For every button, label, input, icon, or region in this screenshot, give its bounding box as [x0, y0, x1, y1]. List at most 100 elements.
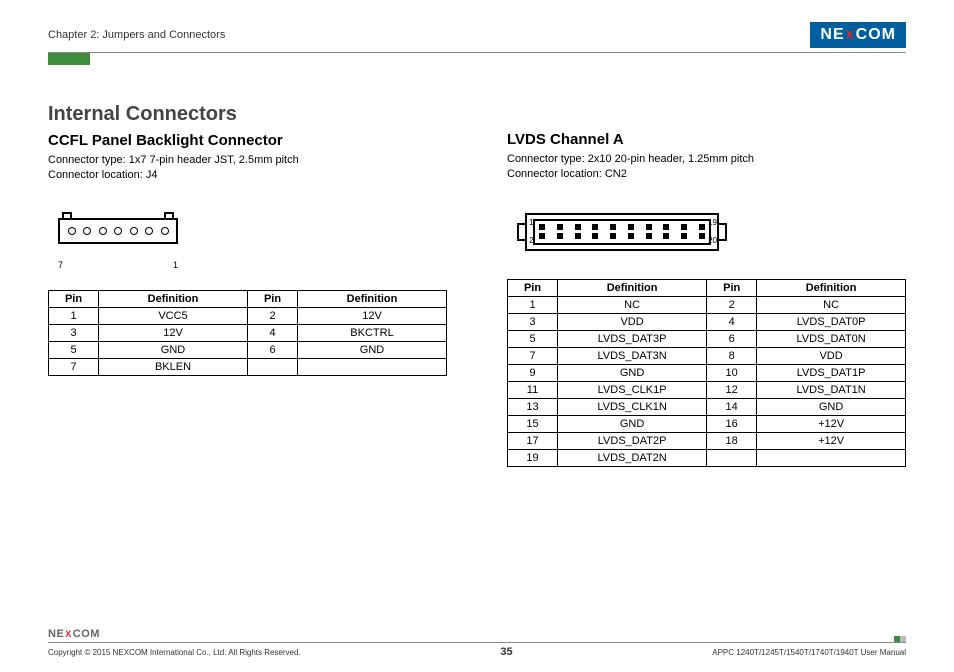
pin-cell: 5 [49, 341, 99, 358]
pin-square-icon [557, 224, 563, 230]
lvds-location: Connector location: CN2 [507, 167, 906, 182]
definition-cell: LVDS_DAT1P [757, 364, 906, 381]
definition-cell: 12V [99, 324, 248, 341]
pin-cell: 1 [508, 296, 558, 313]
table-row: 1VCC5212V [49, 307, 447, 324]
pin-cell: 6 [707, 330, 757, 347]
footer-divider [48, 642, 906, 643]
pin-label-7: 7 [58, 260, 63, 270]
pin-square-icon [699, 233, 705, 239]
page-header: Chapter 2: Jumpers and Connectors NE X C… [48, 22, 906, 48]
definition-cell: +12V [757, 432, 906, 449]
table-row: 19LVDS_DAT2N [508, 449, 906, 466]
col-pin: Pin [707, 279, 757, 296]
table-row: 7LVDS_DAT3N8VDD [508, 347, 906, 364]
definition-cell: NC [558, 296, 707, 313]
definition-cell: VDD [558, 313, 707, 330]
col-pin: Pin [49, 290, 99, 307]
definition-cell: LVDS_DAT0N [757, 330, 906, 347]
lvds-meta: Connector type: 2x10 20-pin header, 1.25… [507, 152, 906, 183]
table-row: 11LVDS_CLK1P12LVDS_DAT1N [508, 381, 906, 398]
definition-cell: LVDS_CLK1N [558, 398, 707, 415]
pin-square-icon [575, 233, 581, 239]
definition-cell [757, 449, 906, 466]
pin-cell [248, 358, 298, 375]
pin-cell: 11 [508, 381, 558, 398]
document-title: APPC 1240T/1245T/1540T/1740T/1940T User … [712, 648, 906, 657]
table-row: 5LVDS_DAT3P6LVDS_DAT0N [508, 330, 906, 347]
pin-square-icon [592, 233, 598, 239]
pin-cell: 8 [707, 347, 757, 364]
pin-num-1: 1 [529, 219, 533, 227]
pin-square-icon [610, 224, 616, 230]
pin-square-icon [681, 224, 687, 230]
definition-cell [298, 358, 447, 375]
ccfl-type: Connector type: 1x7 7-pin header JST, 2.… [48, 153, 447, 168]
definition-cell: LVDS_CLK1P [558, 381, 707, 398]
definition-cell: GND [99, 341, 248, 358]
pin-hole-icon [145, 227, 153, 235]
brand-logo: NE X COM [810, 22, 906, 48]
pin-square-icon [592, 224, 598, 230]
definition-cell: VCC5 [99, 307, 248, 324]
pin-cell: 16 [707, 415, 757, 432]
ccfl-diagram [48, 210, 188, 254]
pin-cell: 2 [707, 296, 757, 313]
definition-cell: GND [298, 341, 447, 358]
definition-cell: GND [757, 398, 906, 415]
lvds-diagram: 1 2 19 20 [507, 209, 737, 257]
pin-cell: 7 [508, 347, 558, 364]
definition-cell: LVDS_DAT2P [558, 432, 707, 449]
pin-square-icon [539, 224, 545, 230]
pin-cell: 4 [248, 324, 298, 341]
right-column: LVDS Channel A Connector type: 2x10 20-p… [507, 103, 906, 467]
chapter-label: Chapter 2: Jumpers and Connectors [48, 29, 225, 41]
pin-cell: 4 [707, 313, 757, 330]
connector-tab-icon [517, 223, 525, 241]
pin-square-icon [628, 233, 634, 239]
page-footer: NE X COM Copyright © 2015 NEXCOM Interna… [48, 628, 906, 658]
lvds-heading: LVDS Channel A [507, 131, 906, 148]
definition-cell: LVDS_DAT1N [757, 381, 906, 398]
pin-cell: 19 [508, 449, 558, 466]
definition-cell: VDD [757, 347, 906, 364]
definition-cell: GND [558, 415, 707, 432]
pin-num-20: 20 [708, 237, 717, 245]
table-row: 15GND16+12V [508, 415, 906, 432]
definition-cell: NC [757, 296, 906, 313]
logo-x-icon: X [846, 28, 855, 42]
pin-cell: 7 [49, 358, 99, 375]
ccfl-heading: CCFL Panel Backlight Connector [48, 132, 447, 149]
table-row: 3VDD4LVDS_DAT0P [508, 313, 906, 330]
pin-hole-icon [68, 227, 76, 235]
definition-cell: BKCTRL [298, 324, 447, 341]
pin-square-icon [663, 224, 669, 230]
pin-cell: 3 [508, 313, 558, 330]
col-definition: Definition [99, 290, 248, 307]
table-row: 5GND6GND [49, 341, 447, 358]
pin-cell: 2 [248, 307, 298, 324]
pin-square-icon [610, 233, 616, 239]
ccfl-meta: Connector type: 1x7 7-pin header JST, 2.… [48, 153, 447, 184]
col-definition: Definition [558, 279, 707, 296]
pin-cell: 13 [508, 398, 558, 415]
pin-square-icon [699, 224, 705, 230]
pin-square-icon [646, 224, 652, 230]
definition-cell: +12V [757, 415, 906, 432]
pin-square-icon [539, 233, 545, 239]
definition-cell: LVDS_DAT3P [558, 330, 707, 347]
definition-cell: LVDS_DAT0P [757, 313, 906, 330]
lvds-pinout-table: Pin Definition Pin Definition 1NC2NC3VDD… [507, 279, 906, 467]
pin-hole-icon [114, 227, 122, 235]
pin-cell: 6 [248, 341, 298, 358]
pin-hole-icon [83, 227, 91, 235]
pin-cell: 1 [49, 307, 99, 324]
pin-cell: 12 [707, 381, 757, 398]
definition-cell: BKLEN [99, 358, 248, 375]
definition-cell: 12V [298, 307, 447, 324]
pin-cell: 9 [508, 364, 558, 381]
ccfl-pinout-table: Pin Definition Pin Definition 1VCC5212V3… [48, 290, 447, 376]
pin-square-icon [628, 224, 634, 230]
col-pin: Pin [508, 279, 558, 296]
pin-cell: 17 [508, 432, 558, 449]
